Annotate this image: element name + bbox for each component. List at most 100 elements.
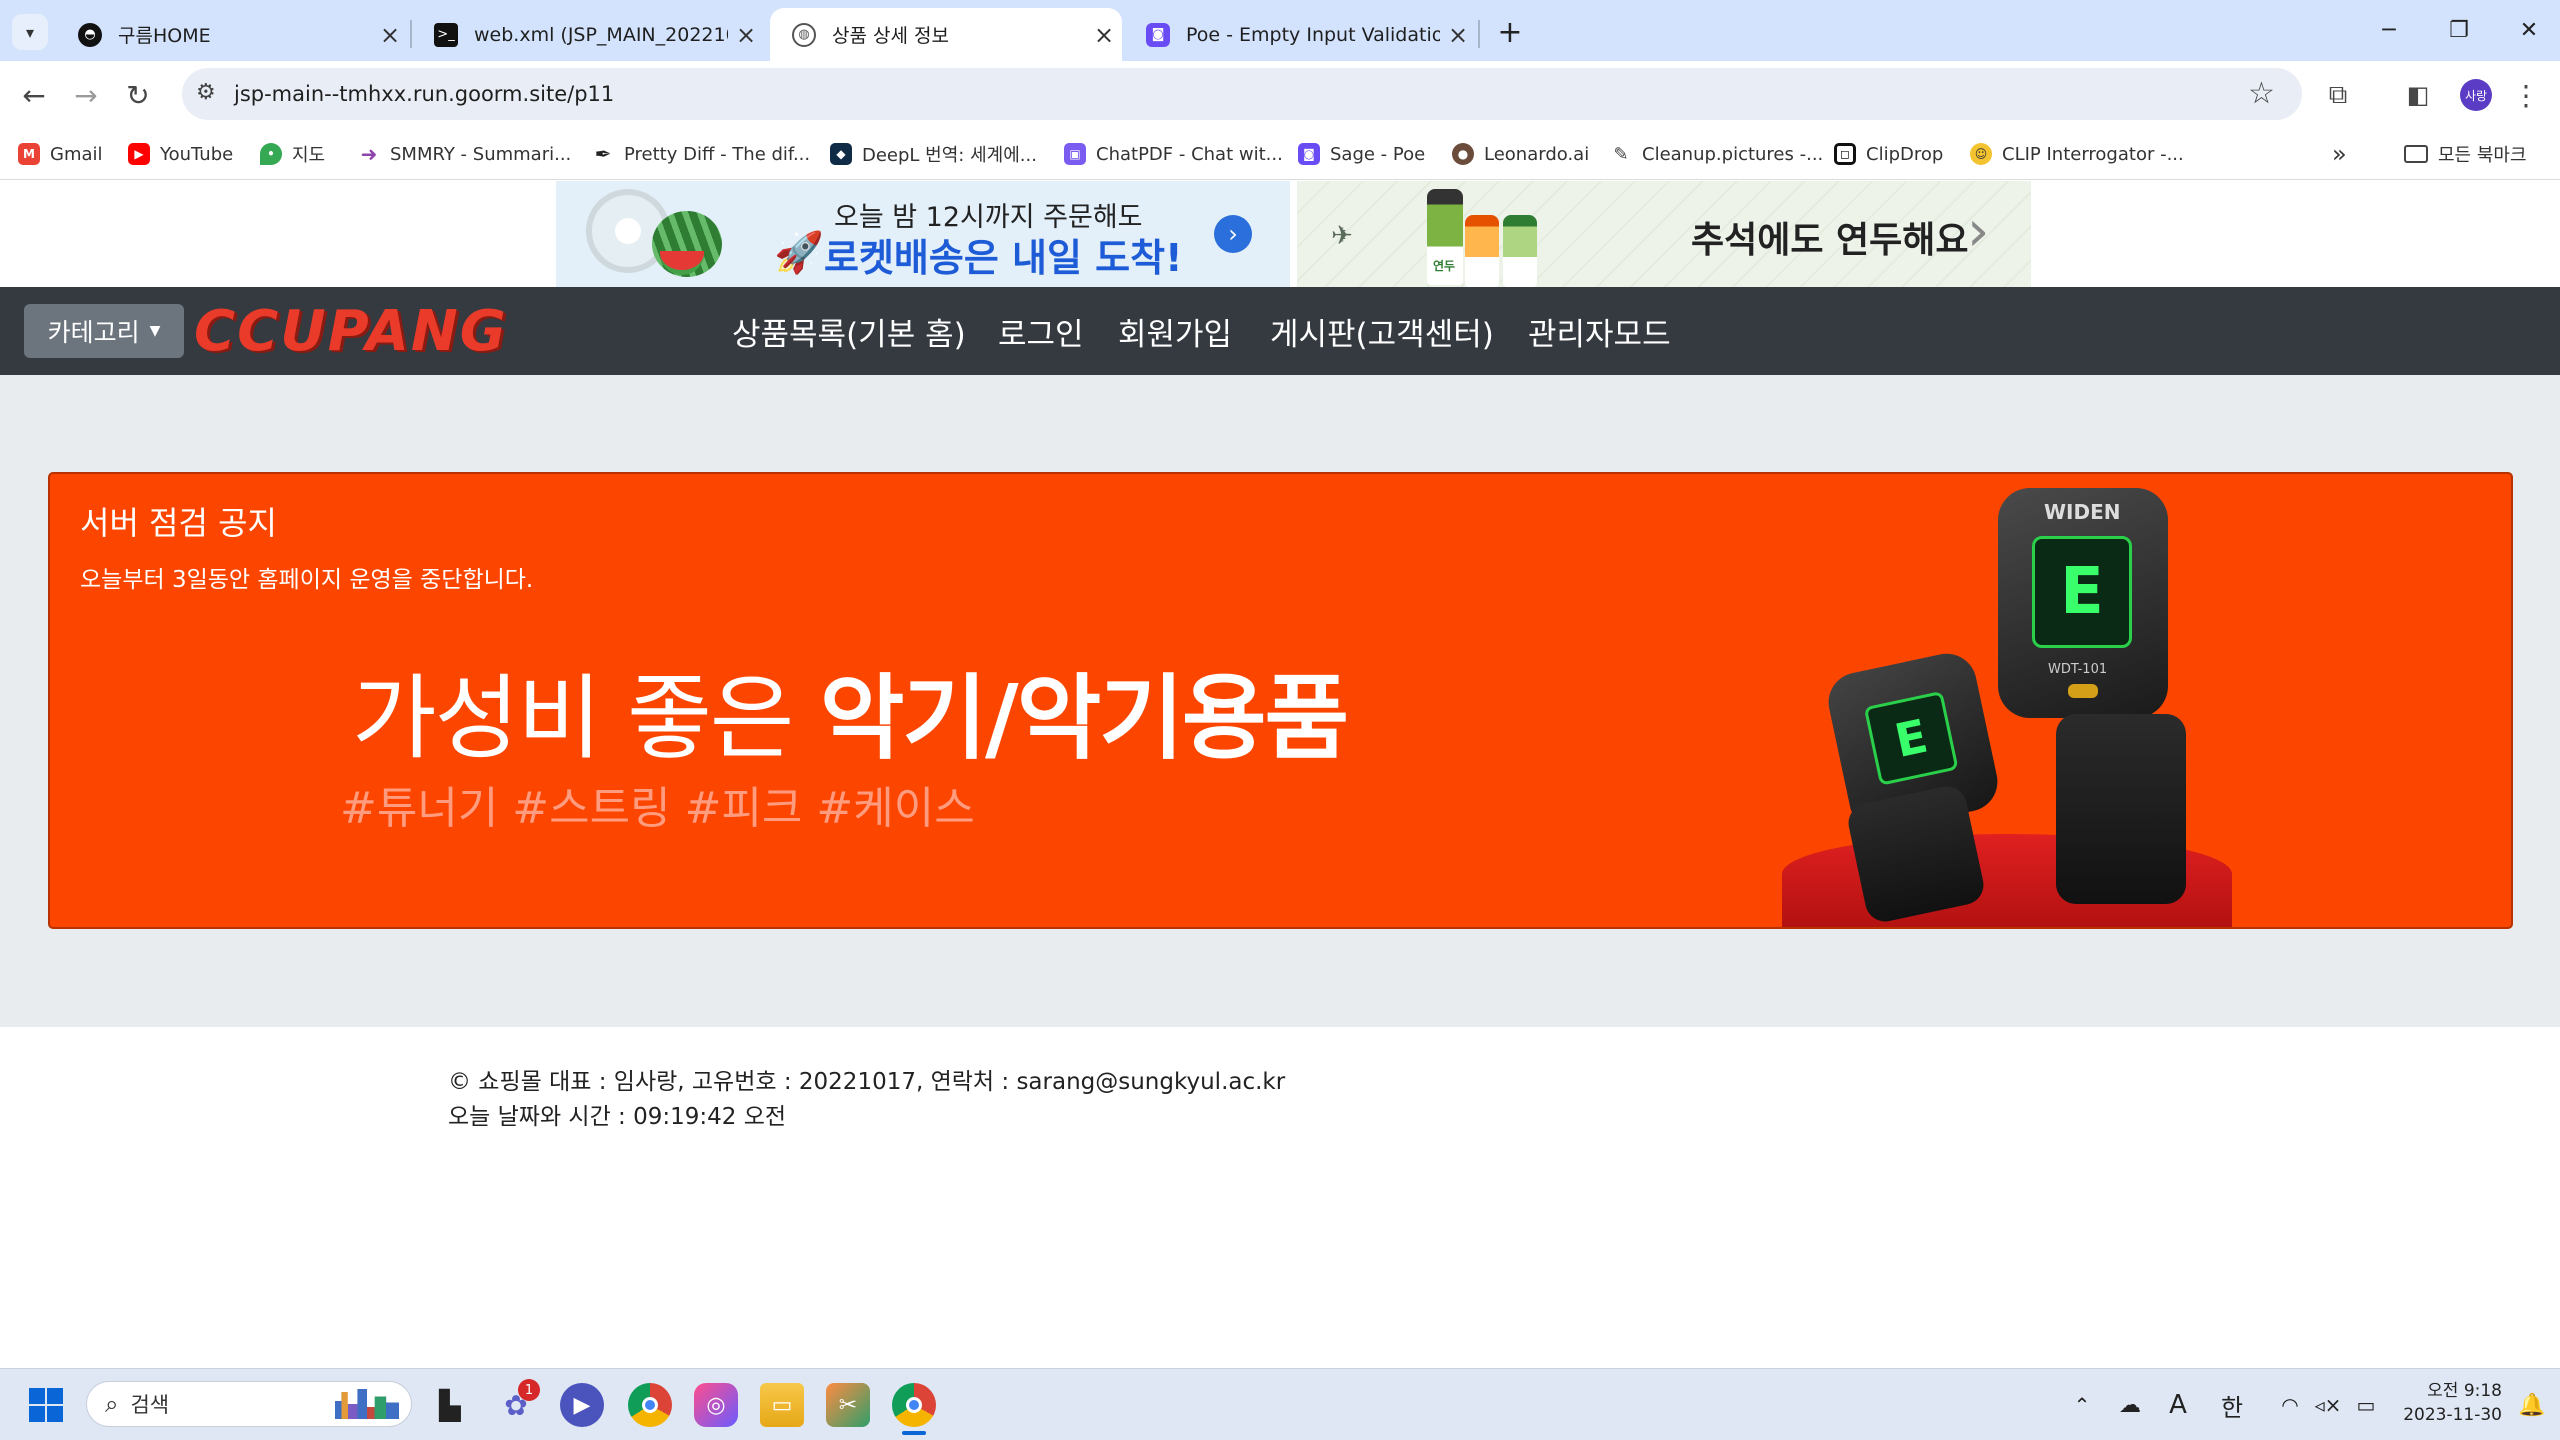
close-tab-icon[interactable]: × <box>1440 21 1476 49</box>
site-navbar: 카테고리 ▼ CCUPANG 상품목록(기본 홈) 로그인 회원가입 게시판(고… <box>0 287 2560 375</box>
notification-bell-icon[interactable]: 🔔 <box>2510 1383 2554 1427</box>
bookmark-label: ClipDrop <box>1866 143 1944 165</box>
tuner-small-screen: E <box>1863 690 1959 786</box>
bottle-label: 연두 <box>1433 259 1456 273</box>
bookmark-label: YouTube <box>160 143 234 165</box>
ccupang-logo[interactable]: CCUPANG <box>194 298 614 364</box>
ime-label: 한 <box>2220 1393 2244 1422</box>
side-panel-icon[interactable]: ◧ <box>2396 73 2440 117</box>
extensions-icon[interactable]: ⧉ <box>2316 73 2360 117</box>
globe-icon: ◍ <box>792 22 816 47</box>
ime-indicator[interactable]: 한 <box>2210 1383 2254 1427</box>
bookmark-chatpdf[interactable]: ▣ ChatPDF - Chat wit... <box>1064 138 1283 170</box>
bookmarks-bar: M Gmail ▶ YouTube • 지도 ➜ SMMRY - Summari... … <box>0 128 2560 180</box>
tuner-large-body: WIDEN E WDT-101 <box>1998 488 2168 718</box>
minimize-icon[interactable]: ─ <box>2354 10 2424 50</box>
banner-next-chevron-icon[interactable]: › <box>1967 199 1989 264</box>
more-bookmarks-chevron-icon[interactable]: » <box>2332 138 2347 170</box>
task-view-icon[interactable]: ▙ <box>428 1383 472 1427</box>
gmail-icon: M <box>18 143 40 165</box>
tab-strip: ▾ ◓ 구름HOME × >_ web.xml (JSP_MAIN_202210… <box>0 0 2560 61</box>
caret-down-icon: ▼ <box>149 323 161 339</box>
photos-icon[interactable]: ◎ <box>694 1383 738 1427</box>
yondu-chuseok-banner[interactable]: ✈ 연두 추석에도 연두해요 › <box>1297 181 2031 287</box>
forward-arrow-icon[interactable]: → <box>64 73 108 117</box>
profile-avatar[interactable]: 사랑 <box>2460 79 2492 111</box>
all-bookmarks-folder[interactable]: 모든 북마크 <box>2404 138 2527 170</box>
bookmark-gmail[interactable]: M Gmail <box>18 138 103 170</box>
bookmark-clip-interrogator[interactable]: ☺ CLIP Interrogator -... <box>1970 138 2184 170</box>
bookmark-label: Sage - Poe <box>1330 143 1426 165</box>
clock-date: 2023-11-30 <box>2403 1405 2502 1425</box>
clock-area[interactable]: 오전 9:18 2023-11-30 <box>2392 1379 2502 1427</box>
tuner-screen: E <box>2032 536 2132 648</box>
logo-text: CCUPANG <box>194 298 508 364</box>
battery-icon[interactable]: ▭ <box>2344 1383 2388 1427</box>
tab-product-detail[interactable]: ◍ 상품 상세 정보 × <box>770 8 1122 61</box>
all-bookmarks-label: 모든 북마크 <box>2438 145 2527 166</box>
footer-copyright: © 쇼핑몰 대표 : 임사랑, 고유번호 : 20221017, 연락처 : s… <box>448 1069 1286 1095</box>
banner-next-arrow-icon[interactable]: › <box>1214 215 1252 253</box>
close-tab-icon[interactable]: × <box>728 21 764 49</box>
reload-icon[interactable]: ↻ <box>116 73 160 117</box>
bookmark-clipdrop[interactable]: ◻ ClipDrop <box>1834 138 1943 170</box>
bookmark-maps[interactable]: • 지도 <box>260 138 325 170</box>
site-info-icon[interactable]: ⚙ <box>196 80 216 105</box>
bookmark-sage-poe[interactable]: ◙ Sage - Poe <box>1298 138 1425 170</box>
yondu-bottle-3 <box>1503 215 1537 287</box>
nav-admin[interactable]: 관리자모드 <box>1528 309 1671 354</box>
onedrive-sync-icon[interactable]: ☁ <box>2108 1383 2152 1427</box>
bookmark-cleanup[interactable]: ✎ Cleanup.pictures -... <box>1610 138 1823 170</box>
rocket-delivery-banner[interactable]: 🚀 오늘 밤 12시까지 주문해도 로켓배송은 내일 도착! › <box>556 181 1290 287</box>
headline-light: 가성비 좋은 <box>352 665 820 772</box>
poe-icon: ◙ <box>1298 143 1320 165</box>
close-tab-icon[interactable]: × <box>1086 21 1122 49</box>
nav-signup[interactable]: 회원가입 <box>1118 309 1232 354</box>
meet-video-icon[interactable]: ▶ <box>560 1383 604 1427</box>
youtube-icon: ▶ <box>128 143 150 165</box>
new-tab-button[interactable]: + <box>1490 12 1530 52</box>
windows-start-icon[interactable] <box>24 1383 68 1427</box>
city-skyline-icon <box>335 1389 399 1419</box>
bookmark-smmry[interactable]: ➜ SMMRY - Summari... <box>358 138 572 170</box>
web-page: 🚀 오늘 밤 12시까지 주문해도 로켓배송은 내일 도착! › ✈ 연두 추석… <box>0 181 2560 1367</box>
file-explorer-icon[interactable]: ▭ <box>760 1383 804 1427</box>
bookmark-label: 지도 <box>292 145 326 166</box>
tab-search-button[interactable]: ▾ <box>12 14 48 50</box>
bookmark-label: Gmail <box>50 143 103 165</box>
show-hidden-icons-chevron[interactable]: ⌃ <box>2060 1383 2104 1427</box>
bookmark-star-icon[interactable]: ☆ <box>2248 76 2275 111</box>
bookmark-youtube[interactable]: ▶ YouTube <box>128 138 233 170</box>
tab-web-xml[interactable]: >_ web.xml (JSP_MAIN_20221017 × <box>412 8 764 61</box>
chrome-icon[interactable] <box>628 1383 672 1427</box>
goorm-icon: ◓ <box>78 22 102 47</box>
clock-time: 오전 9:18 <box>2427 1381 2502 1401</box>
tuner-model: WDT-101 <box>2048 662 2108 677</box>
bookmark-prettydiff[interactable]: ✒ Pretty Diff - The dif... <box>592 138 811 170</box>
bookmark-deepl[interactable]: ◆ DeepL 번역: 세계에... <box>830 138 1037 170</box>
site-footer: © 쇼핑몰 대표 : 임사랑, 고유번호 : 20221017, 연락처 : s… <box>448 1065 1285 1135</box>
bookmark-leonardo[interactable]: ● Leonardo.ai <box>1452 138 1589 170</box>
address-bar[interactable]: ⚙ jsp-main--tmhxx.run.goorm.site/p11 ☆ <box>182 68 2302 120</box>
arrow-icon: ➜ <box>360 142 378 166</box>
font-label: A <box>2169 1390 2187 1420</box>
nav-login[interactable]: 로그인 <box>998 309 1084 354</box>
close-tab-icon[interactable]: × <box>372 21 408 49</box>
chrome-profile-icon[interactable] <box>892 1383 936 1427</box>
font-icon[interactable]: A <box>2156 1383 2200 1427</box>
taskbar-search-box[interactable]: ⌕ 검색 <box>86 1381 412 1427</box>
back-arrow-icon[interactable]: ← <box>12 73 56 117</box>
restore-icon[interactable]: ❐ <box>2424 10 2494 50</box>
tab-title: web.xml (JSP_MAIN_20221017 <box>474 23 728 46</box>
tab-goorm-home[interactable]: ◓ 구름HOME × <box>56 8 408 61</box>
pen-icon: ✒ <box>594 142 612 166</box>
active-app-indicator <box>902 1431 926 1435</box>
snipping-tool-icon[interactable]: ✂ <box>826 1383 870 1427</box>
close-window-icon[interactable]: ✕ <box>2494 10 2560 50</box>
category-dropdown-button[interactable]: 카테고리 ▼ <box>24 304 184 358</box>
tab-poe[interactable]: ◙ Poe - Empty Input Validation × <box>1124 8 1476 61</box>
nav-product-list[interactable]: 상품목록(기본 홈) <box>732 309 966 354</box>
nav-board[interactable]: 게시판(고객센터) <box>1270 309 1494 354</box>
tuner-small-note: E <box>1890 708 1933 768</box>
kebab-menu-icon[interactable]: ⋮ <box>2504 73 2548 117</box>
